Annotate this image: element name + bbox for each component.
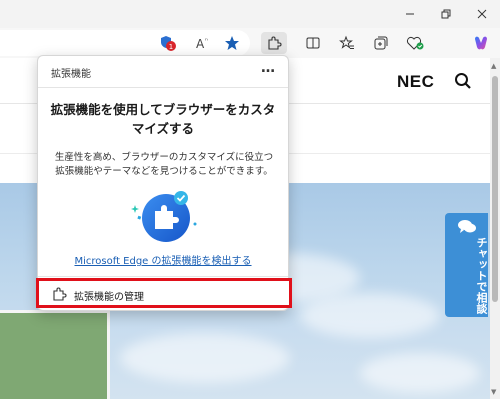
nec-logo[interactable]: NEC bbox=[397, 72, 434, 92]
scroll-down-icon[interactable]: ▼ bbox=[491, 388, 496, 396]
browser-toolbar: 1 Aⁿ bbox=[0, 28, 500, 58]
read-aloud-icon[interactable]: Aⁿ bbox=[192, 32, 214, 54]
svg-text:A: A bbox=[196, 37, 205, 51]
performance-icon[interactable] bbox=[404, 32, 426, 54]
chat-consult-tab[interactable]: チャットで相談 bbox=[445, 213, 488, 317]
extensions-icon bbox=[53, 287, 67, 301]
restore-icon[interactable] bbox=[432, 0, 460, 28]
extensions-popup: 拡張機能 … 拡張機能を使用してブラウザーをカスタマイズする 生産性を高め、ブラ… bbox=[37, 55, 289, 311]
chat-tab-label: チャットで相談 bbox=[475, 237, 488, 314]
collections-icon[interactable] bbox=[370, 32, 392, 54]
green-card bbox=[0, 310, 110, 399]
minimize-icon[interactable] bbox=[396, 0, 424, 28]
manage-extensions-button[interactable]: 拡張機能の管理 bbox=[36, 278, 292, 308]
copilot-icon[interactable] bbox=[470, 32, 492, 54]
shield-badge-icon[interactable]: 1 bbox=[157, 32, 179, 54]
more-options-icon[interactable]: … bbox=[258, 60, 278, 80]
extension-puzzle-icon bbox=[131, 191, 197, 242]
chat-bubble-icon bbox=[458, 220, 476, 233]
divider bbox=[38, 87, 288, 88]
extensions-icon[interactable] bbox=[261, 32, 287, 54]
popup-header: 拡張機能 … bbox=[38, 56, 288, 86]
divider bbox=[38, 276, 288, 277]
scroll-up-icon[interactable]: ▲ bbox=[491, 62, 496, 70]
manage-extensions-label: 拡張機能の管理 bbox=[74, 292, 144, 303]
popup-heading: 拡張機能を使用してブラウザーをカスタマイズする bbox=[50, 102, 276, 136]
favorite-star-icon[interactable] bbox=[221, 32, 243, 54]
popup-title: 拡張機能 bbox=[51, 69, 91, 80]
close-icon[interactable] bbox=[468, 0, 496, 28]
svg-text:1: 1 bbox=[169, 43, 173, 51]
title-bar bbox=[0, 0, 500, 28]
discover-extensions-link[interactable]: Microsoft Edge の拡張機能を検出する bbox=[46, 252, 280, 267]
favorites-icon[interactable] bbox=[336, 32, 358, 54]
split-screen-icon[interactable] bbox=[302, 32, 324, 54]
svg-text:ⁿ: ⁿ bbox=[205, 37, 208, 45]
search-icon[interactable] bbox=[454, 72, 472, 90]
page-scrollbar[interactable]: ▲ ▼ bbox=[490, 58, 500, 399]
scroll-thumb[interactable] bbox=[492, 76, 498, 302]
popup-description: 生産性を高め、ブラウザーのカスタマイズに役立つ拡張機能やテーマなどを見つけること… bbox=[54, 152, 274, 177]
